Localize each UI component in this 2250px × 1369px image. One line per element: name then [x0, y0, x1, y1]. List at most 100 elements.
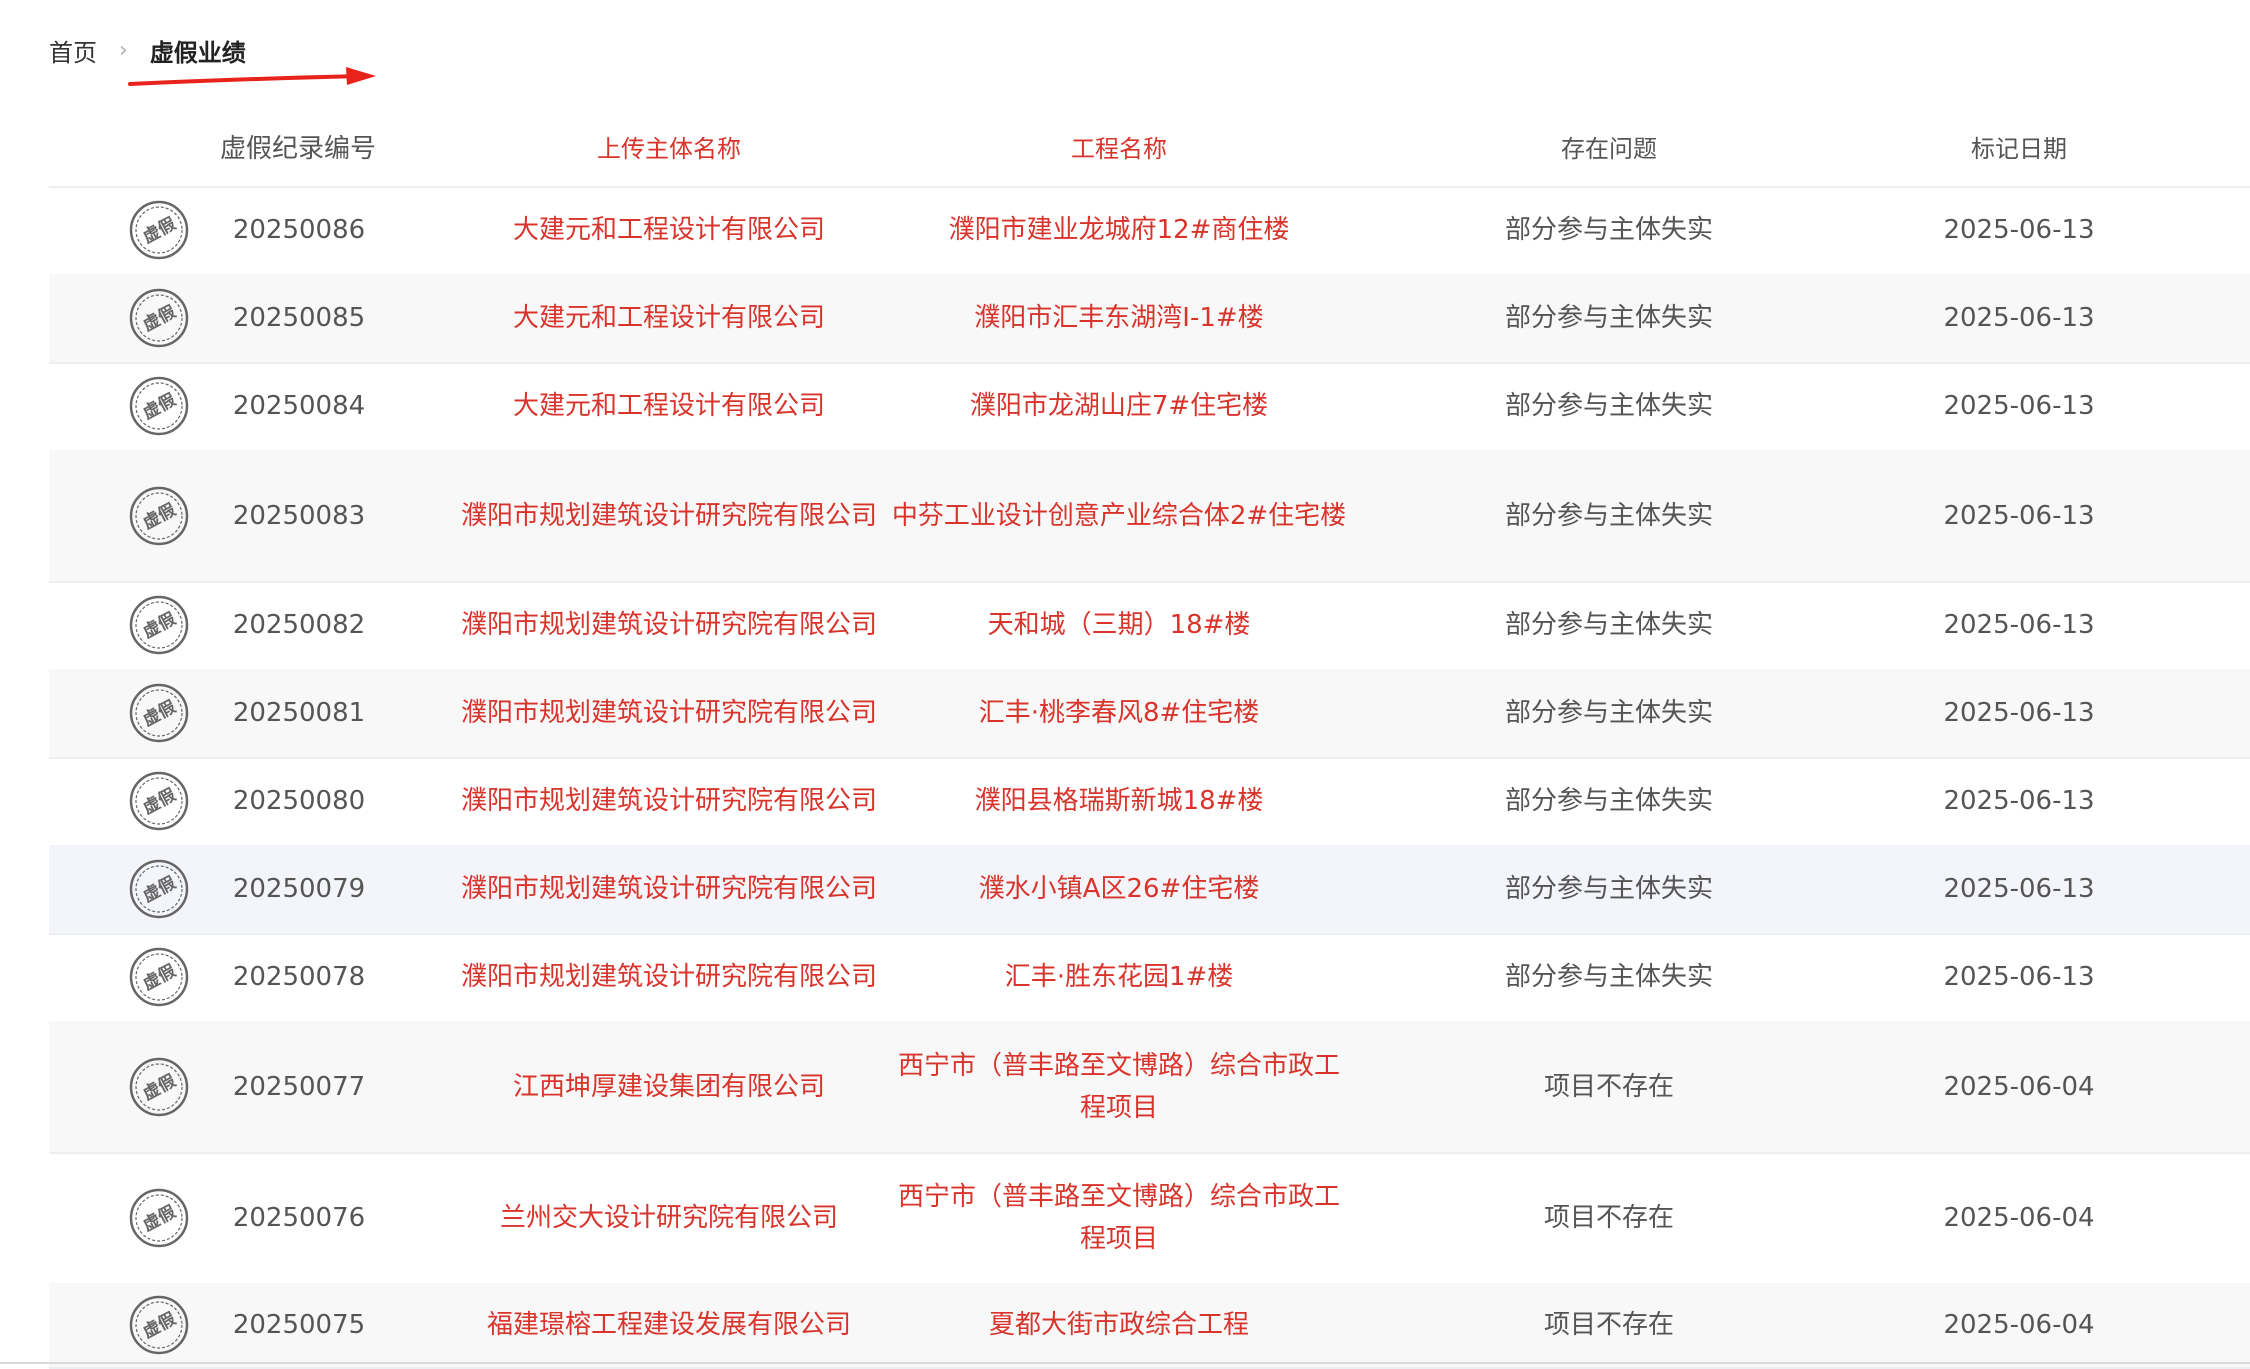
table-row[interactable]: 虚假 20250081 濮阳市规划建筑设计研究院有限公司 汇丰·桃李春风8#住宅楼 部分… — [49, 669, 2250, 759]
fraud-stamp-icon: 虚假 — [129, 1295, 189, 1355]
fraud-stamp-cell: 虚假 — [119, 933, 199, 1021]
project-name-link[interactable]: 濮阳市汇丰东湖湾Ⅰ-1#楼 — [889, 274, 1349, 362]
chevron-right-icon: › — [119, 37, 128, 63]
problem-text: 部分参与主体失实 — [1504, 874, 1713, 904]
stamp-label: 虚假 — [139, 389, 179, 424]
problem-text: 部分参与主体失实 — [1504, 786, 1713, 816]
org-name-link[interactable]: 濮阳市规划建筑设计研究院有限公司 — [429, 450, 909, 581]
mark-date: 2025-06-04 — [1943, 1310, 2095, 1340]
org-name-link[interactable]: 濮阳市规划建筑设计研究院有限公司 — [429, 845, 909, 933]
project-name-link[interactable]: 天和城（三期）18#楼 — [889, 581, 1349, 669]
mark-date: 2025-06-13 — [1943, 500, 2095, 531]
fraud-stamp-cell: 虚假 — [119, 1283, 199, 1367]
record-id: 20250079 — [232, 874, 366, 904]
record-id: 20250078 — [232, 962, 366, 992]
table-row[interactable]: 虚假 20250076 兰州交大设计研究院有限公司 西宁市（普丰路至文博路）综合市政工… — [49, 1152, 2250, 1285]
mark-date: 2025-06-13 — [1943, 874, 2095, 904]
fraud-stamp-icon: 虚假 — [129, 947, 189, 1007]
project-name-link[interactable]: 中芬工业设计创意产业综合体2#住宅楼 — [889, 450, 1349, 581]
record-id: 20250086 — [232, 215, 366, 245]
mark-date: 2025-06-13 — [1943, 962, 2095, 992]
fraud-stamp-cell: 虚假 — [119, 581, 199, 669]
fraud-stamp-icon: 虚假 — [129, 1188, 189, 1247]
table-row[interactable]: 虚假 20250083 濮阳市规划建筑设计研究院有限公司 中芬工业设计创意产业综合体2… — [49, 450, 2250, 583]
project-name-link[interactable]: 濮水小镇A区26#住宅楼 — [889, 845, 1349, 933]
stamp-label: 虚假 — [139, 960, 179, 995]
problem-text: 部分参与主体失实 — [1504, 698, 1713, 728]
header-project-name: 工程名称 — [1071, 135, 1167, 163]
record-id: 20250082 — [232, 610, 366, 640]
mark-date: 2025-06-13 — [1943, 610, 2095, 640]
stamp-label: 虚假 — [139, 696, 179, 731]
project-name-link[interactable]: 濮阳市龙湖山庄7#住宅楼 — [889, 362, 1349, 450]
project-name-link[interactable]: 濮阳市建业龙城府12#商住楼 — [889, 186, 1349, 274]
org-name-link[interactable]: 大建元和工程设计有限公司 — [429, 274, 909, 362]
mark-date: 2025-06-13 — [1943, 698, 2095, 728]
problem-text: 项目不存在 — [1543, 1071, 1674, 1102]
problem-text: 部分参与主体失实 — [1504, 303, 1713, 333]
fraud-stamp-icon: 虚假 — [129, 288, 189, 348]
table-row[interactable]: 虚假 20250080 濮阳市规划建筑设计研究院有限公司 濮阳县格瑞斯新城18#楼 部分… — [49, 757, 2250, 847]
stamp-label: 虚假 — [139, 1201, 179, 1236]
record-id: 20250075 — [232, 1310, 366, 1340]
divider — [0, 1362, 2250, 1364]
problem-text: 部分参与主体失实 — [1504, 610, 1713, 640]
fraud-stamp-icon: 虚假 — [129, 859, 189, 919]
project-name-link[interactable]: 汇丰·胜东花园1#楼 — [889, 933, 1349, 1021]
record-id: 20250084 — [232, 391, 366, 421]
table-row[interactable]: 虚假 20250084 大建元和工程设计有限公司 濮阳市龙湖山庄7#住宅楼 部分参与主体… — [49, 362, 2250, 452]
org-name-link[interactable]: 兰州交大设计研究院有限公司 — [429, 1152, 909, 1283]
table-row[interactable]: 虚假 20250077 江西坤厚建设集团有限公司 西宁市（普丰路至文博路）综合市政工程… — [49, 1021, 2250, 1154]
stamp-label: 虚假 — [139, 1308, 179, 1343]
stamp-label: 虚假 — [139, 301, 179, 336]
fraud-stamp-icon: 虚假 — [129, 376, 189, 436]
record-id: 20250085 — [232, 303, 366, 333]
header-problem: 存在问题 — [1561, 135, 1657, 163]
org-name-link[interactable]: 濮阳市规划建筑设计研究院有限公司 — [429, 757, 909, 845]
table-row[interactable]: 虚假 20250085 大建元和工程设计有限公司 濮阳市汇丰东湖湾Ⅰ-1#楼 部分参与主… — [49, 274, 2250, 364]
org-name-link[interactable]: 濮阳市规划建筑设计研究院有限公司 — [429, 933, 909, 1021]
fraud-stamp-cell: 虚假 — [119, 845, 199, 933]
problem-text: 部分参与主体失实 — [1504, 391, 1713, 421]
fraud-stamp-icon: 虚假 — [129, 1057, 189, 1116]
project-name-link[interactable]: 汇丰·桃李春风8#住宅楼 — [889, 669, 1349, 757]
table-row[interactable]: 虚假 20250079 濮阳市规划建筑设计研究院有限公司 濮水小镇A区26#住宅楼 部分… — [49, 845, 2250, 935]
table-row[interactable]: 虚假 20250086 大建元和工程设计有限公司 濮阳市建业龙城府12#商住楼 部分参与… — [49, 186, 2250, 276]
mark-date: 2025-06-04 — [1943, 1202, 2095, 1233]
mark-date: 2025-06-13 — [1943, 391, 2095, 421]
stamp-label: 虚假 — [139, 608, 179, 643]
fraud-stamp-icon: 虚假 — [129, 683, 189, 743]
org-name-link[interactable]: 江西坤厚建设集团有限公司 — [429, 1021, 909, 1152]
fraud-stamp-icon: 虚假 — [129, 595, 189, 655]
problem-text: 部分参与主体失实 — [1504, 500, 1713, 531]
breadcrumb-home-link[interactable]: 首页 — [49, 33, 97, 68]
problem-text: 部分参与主体失实 — [1504, 962, 1713, 992]
table-header: 虚假纪录编号 上传主体名称 工程名称 存在问题 标记日期 — [49, 112, 2250, 188]
fraud-stamp-cell: 虚假 — [119, 1152, 199, 1283]
problem-text: 部分参与主体失实 — [1504, 215, 1713, 245]
fraud-stamp-cell: 虚假 — [119, 669, 199, 757]
table-row[interactable]: 虚假 20250075 福建璟榕工程建设发展有限公司 夏都大街市政综合工程 项目不存在 2… — [49, 1283, 2250, 1369]
fraud-stamp-icon: 虚假 — [129, 486, 189, 545]
header-mark-date: 标记日期 — [1971, 135, 2067, 163]
table-row[interactable]: 虚假 20250082 濮阳市规划建筑设计研究院有限公司 天和城（三期）18#楼 部分参… — [49, 581, 2250, 671]
mark-date: 2025-06-13 — [1943, 215, 2095, 245]
org-name-link[interactable]: 大建元和工程设计有限公司 — [429, 362, 909, 450]
mark-date: 2025-06-04 — [1943, 1071, 2095, 1102]
org-name-link[interactable]: 福建璟榕工程建设发展有限公司 — [429, 1283, 909, 1367]
table-row[interactable]: 虚假 20250078 濮阳市规划建筑设计研究院有限公司 汇丰·胜东花园1#楼 部分参与… — [49, 933, 2250, 1023]
org-name-link[interactable]: 濮阳市规划建筑设计研究院有限公司 — [429, 669, 909, 757]
project-name-link[interactable]: 西宁市（普丰路至文博路）综合市政工程项目 — [889, 1021, 1349, 1152]
project-name-link[interactable]: 夏都大街市政综合工程 — [889, 1283, 1349, 1367]
record-id: 20250077 — [232, 1071, 366, 1102]
record-id: 20250076 — [232, 1202, 366, 1233]
stamp-label: 虚假 — [139, 213, 179, 248]
record-id: 20250080 — [232, 786, 366, 816]
project-name-link[interactable]: 濮阳县格瑞斯新城18#楼 — [889, 757, 1349, 845]
mark-date: 2025-06-13 — [1943, 786, 2095, 816]
org-name-link[interactable]: 大建元和工程设计有限公司 — [429, 186, 909, 274]
record-id: 20250081 — [232, 698, 366, 728]
org-name-link[interactable]: 濮阳市规划建筑设计研究院有限公司 — [429, 581, 909, 669]
stamp-label: 虚假 — [139, 872, 179, 907]
project-name-link[interactable]: 西宁市（普丰路至文博路）综合市政工程项目 — [889, 1152, 1349, 1283]
